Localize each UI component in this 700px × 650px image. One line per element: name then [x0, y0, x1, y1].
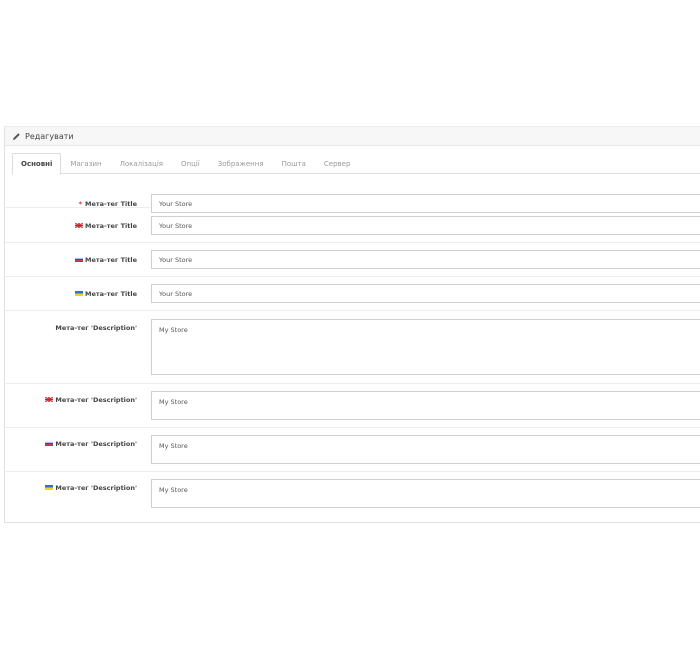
meta-description-ua-label: Мета-тег 'Description'	[5, 479, 151, 510]
meta-description-en-label: Мета-тег 'Description'	[5, 391, 151, 427]
settings-form: * Мета-тег Title Your Store Мета-тег Tit…	[5, 174, 700, 510]
flag-ru-icon	[75, 257, 84, 262]
tab-options[interactable]: Опції	[172, 153, 209, 174]
pencil-icon	[12, 132, 21, 141]
tab-bar: Основні Магазин Локалізація Опції Зображ…	[12, 153, 700, 175]
meta-title-ua-input[interactable]: Your Store	[151, 284, 700, 303]
meta-title-label-text: Мета-тег Title	[85, 200, 137, 208]
meta-description-ru-label: Мета-тег 'Description'	[5, 435, 151, 471]
panel-title: Редагувати	[25, 131, 74, 141]
tab-store[interactable]: Магазин	[61, 153, 110, 174]
meta-title-input[interactable]: Your Store	[151, 194, 700, 213]
meta-title-ru-label: Мета-тег Title	[5, 250, 151, 276]
flag-uk-icon	[45, 397, 54, 402]
panel-heading: Редагувати	[5, 126, 700, 146]
flag-ru-icon	[45, 441, 54, 446]
tab-general[interactable]: Основні	[12, 153, 62, 175]
tab-images[interactable]: Зображення	[209, 153, 273, 174]
meta-description-en-label-text: Мета-тег 'Description'	[55, 396, 137, 404]
flag-ua-icon	[45, 485, 54, 490]
meta-description-textarea[interactable]: My Store	[151, 319, 700, 375]
required-asterisk: *	[78, 200, 83, 208]
flag-uk-icon	[75, 223, 84, 228]
form-row-meta-description-en: Мета-тег 'Description' My Store	[5, 384, 700, 428]
form-row-meta-title-ru: Мета-тег Title Your Store	[5, 243, 700, 277]
meta-title-ru-input[interactable]: Your Store	[151, 250, 700, 269]
flag-ua-icon	[75, 291, 84, 296]
form-row-meta-title-en: Мета-тег Title Your Store	[5, 208, 700, 243]
tab-server[interactable]: Сервер	[315, 153, 360, 174]
form-row-meta-description-ua: Мета-тег 'Description' My Store	[5, 472, 700, 510]
tab-localisation[interactable]: Локалізація	[111, 153, 172, 174]
form-row-meta-description: Мета-тег 'Description' My Store	[5, 311, 700, 384]
meta-title-en-label: Мета-тег Title	[5, 216, 151, 242]
meta-description-label-text: Мета-тег 'Description'	[55, 324, 137, 332]
meta-description-ru-textarea[interactable]: My Store	[151, 435, 700, 464]
meta-title-en-label-text: Мета-тег Title	[85, 222, 137, 230]
meta-description-ru-label-text: Мета-тег 'Description'	[55, 440, 137, 448]
meta-title-label: * Мета-тег Title	[5, 194, 151, 208]
tab-mail[interactable]: Пошта	[273, 153, 315, 174]
meta-title-ua-label-text: Мета-тег Title	[85, 290, 137, 298]
meta-description-ua-textarea[interactable]: My Store	[151, 479, 700, 508]
meta-description-ua-label-text: Мета-тег 'Description'	[55, 484, 137, 492]
meta-description-label: Мета-тег 'Description'	[5, 319, 151, 383]
form-row-meta-title: * Мета-тег Title Your Store	[5, 174, 700, 213]
meta-title-ru-label-text: Мета-тег Title	[85, 256, 137, 264]
settings-panel: Редагувати Основні Магазин Локалізація О…	[4, 126, 700, 523]
form-row-meta-description-ru: Мета-тег 'Description' My Store	[5, 428, 700, 472]
meta-description-en-textarea[interactable]: My Store	[151, 391, 700, 420]
meta-title-en-input[interactable]: Your Store	[151, 216, 700, 235]
meta-title-ua-label: Мета-тег Title	[5, 284, 151, 310]
form-row-meta-title-ua: Мета-тег Title Your Store	[5, 277, 700, 311]
